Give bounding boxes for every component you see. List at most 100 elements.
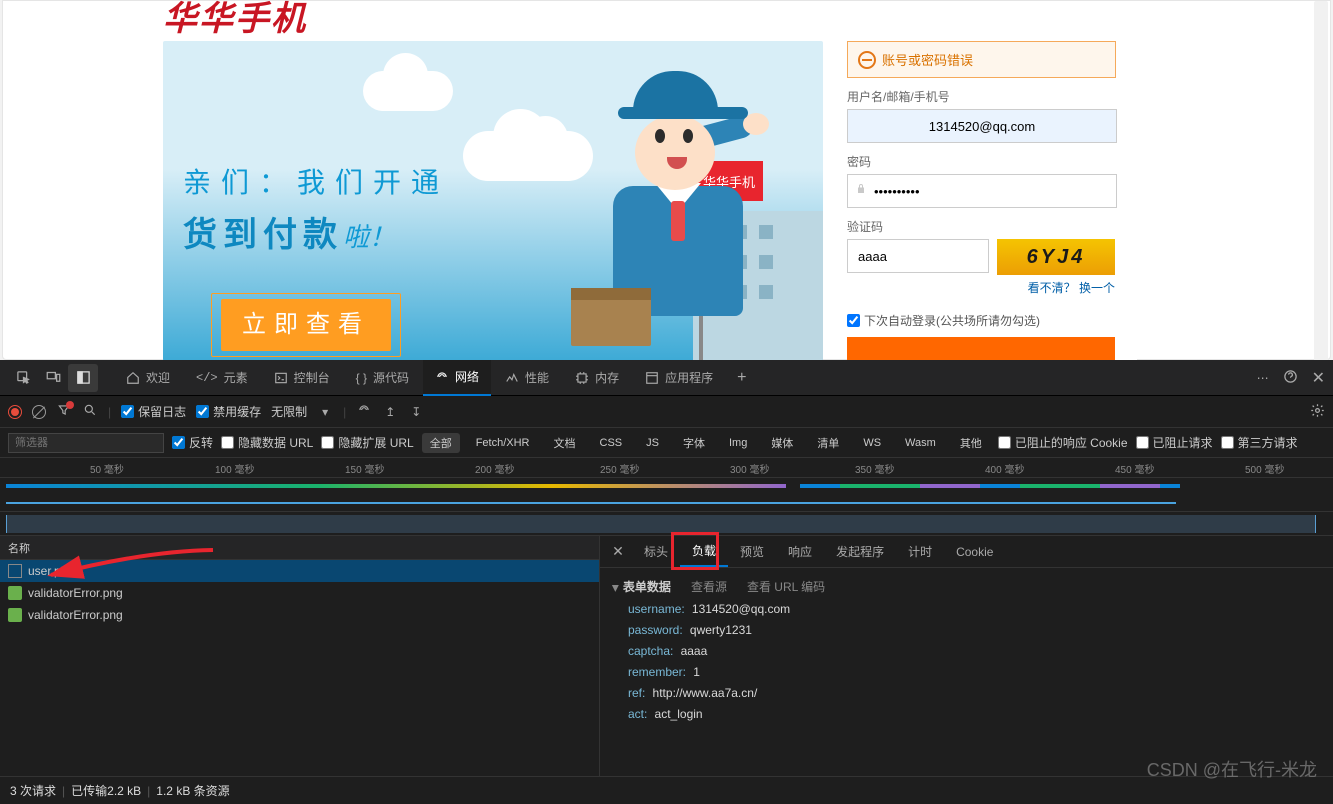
filter-img[interactable]: Img [721,435,755,451]
error-icon [858,51,876,69]
view-source-link[interactable]: 查看源 [691,578,727,595]
dock-side-icon[interactable] [68,364,98,392]
hide-ext-url-checkbox[interactable]: 隐藏扩展 URL [321,434,413,451]
detail-tab-cookies[interactable]: Cookie [944,539,1005,565]
username-label: 用户名/邮箱/手机号 [847,88,1137,105]
tab-sources[interactable]: { }源代码 [344,360,421,396]
banner-line2-bold: 货到付款 [183,207,343,256]
filter-manifest[interactable]: 清单 [809,433,847,453]
blocked-req-checkbox[interactable]: 已阻止请求 [1136,434,1213,451]
export-har-icon[interactable]: ↧ [408,405,424,419]
inspect-icon[interactable] [8,364,38,392]
filter-css[interactable]: CSS [592,435,631,451]
request-detail-panel: ✕ 标头 负载 预览 响应 发起程序 计时 Cookie ▶表单数据 查看源 查… [600,536,1333,776]
request-list-header[interactable]: 名称 [0,536,599,560]
tab-console[interactable]: 控制台 [262,360,342,396]
filter-fetch[interactable]: Fetch/XHR [468,435,538,451]
lock-icon [855,182,867,194]
form-data-section-header[interactable]: ▶表单数据 查看源 查看 URL 编码 [600,574,1333,599]
filter-doc[interactable]: 文档 [546,433,584,453]
request-row[interactable]: validatorError.png [0,604,599,626]
filter-ws[interactable]: WS [855,435,889,451]
search-icon[interactable] [82,403,98,420]
hide-data-url-checkbox[interactable]: 隐藏数据 URL [221,434,313,451]
watermark: CSDN @在飞行-米龙 [1147,756,1317,782]
detail-tab-timing[interactable]: 计时 [896,537,944,566]
request-name: validatorError.png [28,586,123,600]
remember-label: 下次自动登录(公共场所请勿勾选) [864,312,1040,329]
request-name: user.php [28,564,74,578]
banner-cta-button[interactable]: 立即查看 [221,299,391,351]
timeline-overview[interactable] [0,478,1333,512]
disable-cache-checkbox[interactable]: 禁用缓存 [196,403,261,420]
detail-tab-payload[interactable]: 负载 [680,536,728,567]
throttling-select[interactable]: 无限制 [271,403,307,420]
mascot-graphic [563,71,793,361]
image-icon [8,608,22,622]
website-viewport: 华华手机 华华手机 亲们：我们开通 货到付款啦！ 立即查看 [2,0,1331,360]
more-icon[interactable]: ⋯ [1257,371,1269,385]
remember-checkbox-row[interactable]: 下次自动登录(公共场所请勿勾选) [847,312,1137,329]
devtools-panel: 欢迎 </>元素 控制台 { }源代码 网络 性能 内存 应用程序 + ⋯ ✕ … [0,360,1333,788]
banner-line2-tail: 啦！ [343,222,395,252]
filter-js[interactable]: JS [638,435,667,451]
detail-tab-response[interactable]: 响应 [776,537,824,566]
import-har-icon[interactable]: ↥ [382,405,398,419]
device-toggle-icon[interactable] [38,364,68,392]
close-devtools-icon[interactable]: ✕ [1312,368,1325,388]
network-status-bar: 3 次请求 | 已传输2.2 kB | 1.2 kB 条资源 [0,776,1333,804]
throttling-dropdown-icon[interactable]: ▾ [317,405,333,419]
site-logo: 华华手机 [163,0,307,40]
tab-application[interactable]: 应用程序 [633,360,725,396]
detail-tab-initiator[interactable]: 发起程序 [824,537,896,566]
page-scrollbar[interactable] [1314,1,1328,361]
filter-wasm[interactable]: Wasm [897,435,944,451]
filter-input[interactable] [8,433,164,453]
remember-checkbox[interactable] [847,314,860,327]
password-input[interactable] [847,174,1117,208]
request-name: validatorError.png [28,608,123,622]
tab-elements[interactable]: </>元素 [184,360,260,396]
timeline-selection[interactable] [0,512,1333,536]
filter-toggle-icon[interactable] [56,403,72,420]
detail-tab-headers[interactable]: 标头 [632,537,680,566]
captcha-refresh-link[interactable]: 换一个 [1079,281,1115,295]
view-url-encoded-link[interactable]: 查看 URL 编码 [747,578,825,595]
record-button[interactable] [8,405,22,419]
captcha-input[interactable] [847,239,989,273]
blocked-cookies-checkbox[interactable]: 已阻止的响应 Cookie [998,434,1128,451]
third-party-checkbox[interactable]: 第三方请求 [1221,434,1298,451]
tab-add[interactable]: + [727,360,756,396]
status-resources: 1.2 kB 条资源 [156,782,229,799]
password-label: 密码 [847,153,1137,170]
network-settings-icon[interactable] [1309,403,1325,421]
close-detail-icon[interactable]: ✕ [604,543,632,560]
filter-all[interactable]: 全部 [422,433,460,453]
filter-font[interactable]: 字体 [675,433,713,453]
username-input[interactable] [847,109,1117,143]
network-toolbar: | 保留日志 禁用缓存 无限制 ▾ | ↥ ↧ [0,396,1333,428]
captcha-image[interactable]: 6YJ4 [997,239,1115,275]
request-list: 名称 user.php validatorError.png validator… [0,536,600,776]
tab-performance[interactable]: 性能 [493,360,561,396]
devtools-main-tabs: 欢迎 </>元素 控制台 { }源代码 网络 性能 内存 应用程序 + ⋯ ✕ [0,360,1333,396]
invert-checkbox[interactable]: 反转 [172,434,213,451]
status-transferred: 已传输2.2 kB [71,782,141,799]
login-form: 账号或密码错误 用户名/邮箱/手机号 密码 验证码 6YJ4 看不清？ 换一个 … [847,41,1137,373]
timeline-ruler[interactable]: 50 毫秒 100 毫秒 150 毫秒 200 毫秒 250 毫秒 300 毫秒… [0,458,1333,478]
request-row[interactable]: user.php [0,560,599,582]
help-icon[interactable] [1283,369,1298,387]
request-row[interactable]: validatorError.png [0,582,599,604]
filter-other[interactable]: 其他 [952,433,990,453]
tab-memory[interactable]: 内存 [563,360,631,396]
detail-tab-preview[interactable]: 预览 [728,537,776,566]
promo-banner: 华华手机 亲们：我们开通 货到付款啦！ 立即查看 [163,41,823,361]
clear-button[interactable] [32,405,46,419]
network-conditions-icon[interactable] [356,403,372,420]
filter-media[interactable]: 媒体 [763,433,801,453]
preserve-log-checkbox[interactable]: 保留日志 [121,403,186,420]
tab-network[interactable]: 网络 [423,360,491,396]
banner-line1: 亲们：我们开通 [183,161,449,201]
document-icon [8,564,22,578]
tab-welcome[interactable]: 欢迎 [114,360,182,396]
